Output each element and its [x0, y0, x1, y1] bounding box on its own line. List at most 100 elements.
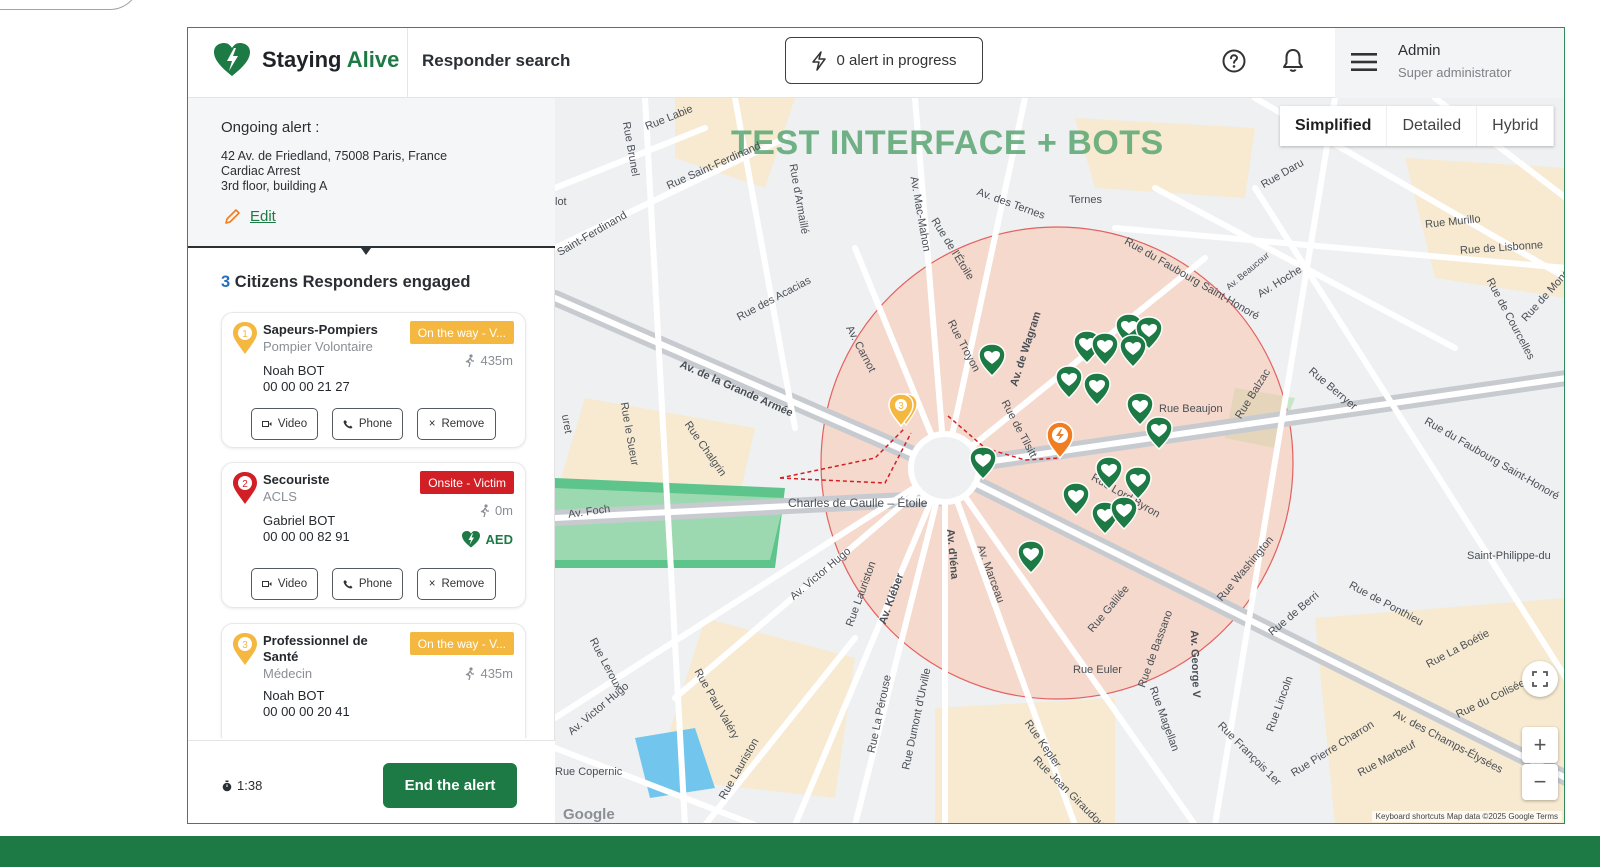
cluster-count: 3: [898, 401, 904, 412]
close-icon: ×: [428, 418, 436, 430]
street-label: Ternes: [1069, 194, 1103, 206]
decorative-frame-corner: [0, 0, 140, 10]
aed-marker-icon[interactable]: [1145, 416, 1173, 450]
aed-marker-icon[interactable]: [1124, 466, 1152, 500]
responder-phone: 00 00 00 21 27: [263, 379, 350, 394]
alert-type: Cardiac Arrest: [221, 164, 301, 178]
aed-marker-icon[interactable]: [1110, 496, 1138, 530]
view-simplified-tab[interactable]: Simplified: [1280, 106, 1388, 146]
responder-phone: 00 00 00 82 91: [263, 529, 350, 544]
responder-distance: 435m: [464, 353, 513, 368]
responders-count: 3: [221, 273, 231, 291]
brand-logo[interactable]: Staying Alive: [262, 47, 399, 73]
responder-number: 3: [242, 640, 248, 651]
aed-marker-icon[interactable]: [1017, 540, 1045, 574]
aed-marker-icon[interactable]: [969, 446, 997, 480]
responder-subrole: Médecin: [263, 666, 313, 681]
alerts-in-progress-button[interactable]: 0 alert in progress: [785, 37, 983, 84]
street-label: lot: [555, 196, 567, 208]
edit-alert-link[interactable]: Edit: [250, 208, 276, 225]
footer-band: [0, 836, 1600, 867]
video-label: Video: [277, 418, 308, 430]
header-divider: [407, 28, 408, 98]
user-role: Super administrator: [1398, 65, 1512, 80]
view-hybrid-tab[interactable]: Hybrid: [1477, 106, 1555, 146]
video-button[interactable]: Video: [251, 408, 318, 440]
remove-button[interactable]: × Remove: [417, 408, 496, 440]
responder-actions: Video Phone × Remove: [251, 408, 496, 440]
aed-marker-icon[interactable]: [1083, 372, 1111, 406]
responder-role: Secouriste: [263, 472, 330, 487]
zoom-out-button[interactable]: −: [1522, 764, 1558, 800]
remove-label: Remove: [441, 418, 485, 430]
responder-pin-icon: 3: [233, 633, 257, 665]
responder-distance-value: 0m: [494, 503, 513, 518]
remove-button[interactable]: × Remove: [417, 568, 496, 600]
aed-marker-icon[interactable]: [1095, 456, 1123, 490]
responder-contact: Noah BOT 00 00 00 21 27: [263, 363, 350, 395]
responder-name: Noah BOT: [263, 688, 325, 703]
street-label: Rue Euler: [1073, 664, 1122, 676]
walk-icon: [466, 666, 475, 680]
test-interface-banner: TEST INTERFACE + BOTS: [731, 124, 1164, 162]
ongoing-alert-panel: Ongoing alert : 42 Av. de Friedland, 750…: [188, 98, 555, 248]
brand-second: Alive: [346, 47, 400, 72]
sidebar-footer: 1:38 End the alert: [188, 740, 555, 823]
responder-number: 1: [242, 329, 248, 340]
edit-alert-row[interactable]: Edit: [224, 208, 276, 225]
responder-contact: Gabriel BOT 00 00 00 82 91: [263, 513, 350, 545]
aed-marker-icon[interactable]: [1119, 334, 1147, 368]
responders-heading: 3 Citizens Responders engaged: [221, 273, 470, 292]
street-label: Av. George V: [1187, 629, 1203, 699]
terms-link[interactable]: Terms: [1536, 812, 1558, 821]
alert-timer: 1:38: [222, 778, 262, 793]
brand-first: Staying: [262, 47, 342, 72]
help-icon[interactable]: [1222, 49, 1246, 73]
phone-icon: [343, 580, 353, 589]
responder-number: 2: [242, 479, 248, 490]
view-detailed-tab[interactable]: Detailed: [1387, 106, 1478, 146]
end-alert-button[interactable]: End the alert: [383, 763, 517, 808]
heart-logo-icon: [214, 43, 250, 76]
responder-pin-icon: 2: [233, 472, 257, 504]
zoom-in-button[interactable]: +: [1522, 727, 1558, 763]
user-menu[interactable]: Admin Super administrator: [1335, 28, 1564, 98]
map-view-toggle: Simplified Detailed Hybrid: [1280, 106, 1555, 146]
responder-distance: 0m: [479, 503, 513, 518]
aed-marker-icon[interactable]: [1055, 365, 1083, 399]
responder-distance-value: 435m: [480, 666, 513, 681]
menu-icon[interactable]: [1351, 52, 1377, 72]
street-label: Rue Copernic: [555, 766, 623, 778]
pencil-icon: [225, 209, 240, 224]
responder-actions: Video Phone × Remove: [251, 568, 496, 600]
map-view[interactable]: TEST INTERFACE + BOTS Rue Labie Rue Brun…: [555, 98, 1564, 823]
aed-heart-icon: [461, 531, 480, 548]
fullscreen-button[interactable]: [1522, 661, 1558, 697]
google-logo: Google: [563, 806, 615, 823]
street-label: Charles de Gaulle – Étoile: [788, 496, 928, 510]
alerts-in-progress-label: 0 alert in progress: [836, 52, 957, 69]
phone-button[interactable]: Phone: [332, 408, 403, 440]
phone-button[interactable]: Phone: [332, 568, 403, 600]
alert-location-icon[interactable]: [1045, 420, 1075, 460]
aed-marker-icon[interactable]: [978, 343, 1006, 377]
fullscreen-icon: [1532, 671, 1548, 687]
aed-marker-icon[interactable]: [1062, 482, 1090, 516]
panel-pointer: [361, 248, 371, 255]
app-header: Staying Alive Responder search 0 alert i…: [188, 28, 1564, 98]
keyboard-shortcuts-link[interactable]: Keyboard shortcuts: [1376, 812, 1445, 821]
phone-icon: [343, 420, 353, 429]
video-button[interactable]: Video: [251, 568, 318, 600]
responder-name: Noah BOT: [263, 363, 325, 378]
responder-subrole: ACLS: [263, 489, 297, 504]
page-title: Responder search: [422, 51, 571, 70]
aed-indicator: AED: [461, 531, 513, 548]
alert-sidebar: Ongoing alert : 42 Av. de Friedland, 750…: [188, 98, 555, 823]
responder-card: 3 Professionnel de Santé Médecin On the …: [221, 623, 526, 738]
bell-icon[interactable]: [1282, 48, 1304, 74]
responder-subrole: Pompier Volontaire: [263, 339, 373, 354]
responder-distance-value: 435m: [480, 353, 513, 368]
walk-icon: [480, 503, 489, 517]
map-data-credit: Map data ©2025 Google: [1446, 812, 1535, 821]
responder-cluster-icon[interactable]: 3: [888, 390, 918, 428]
